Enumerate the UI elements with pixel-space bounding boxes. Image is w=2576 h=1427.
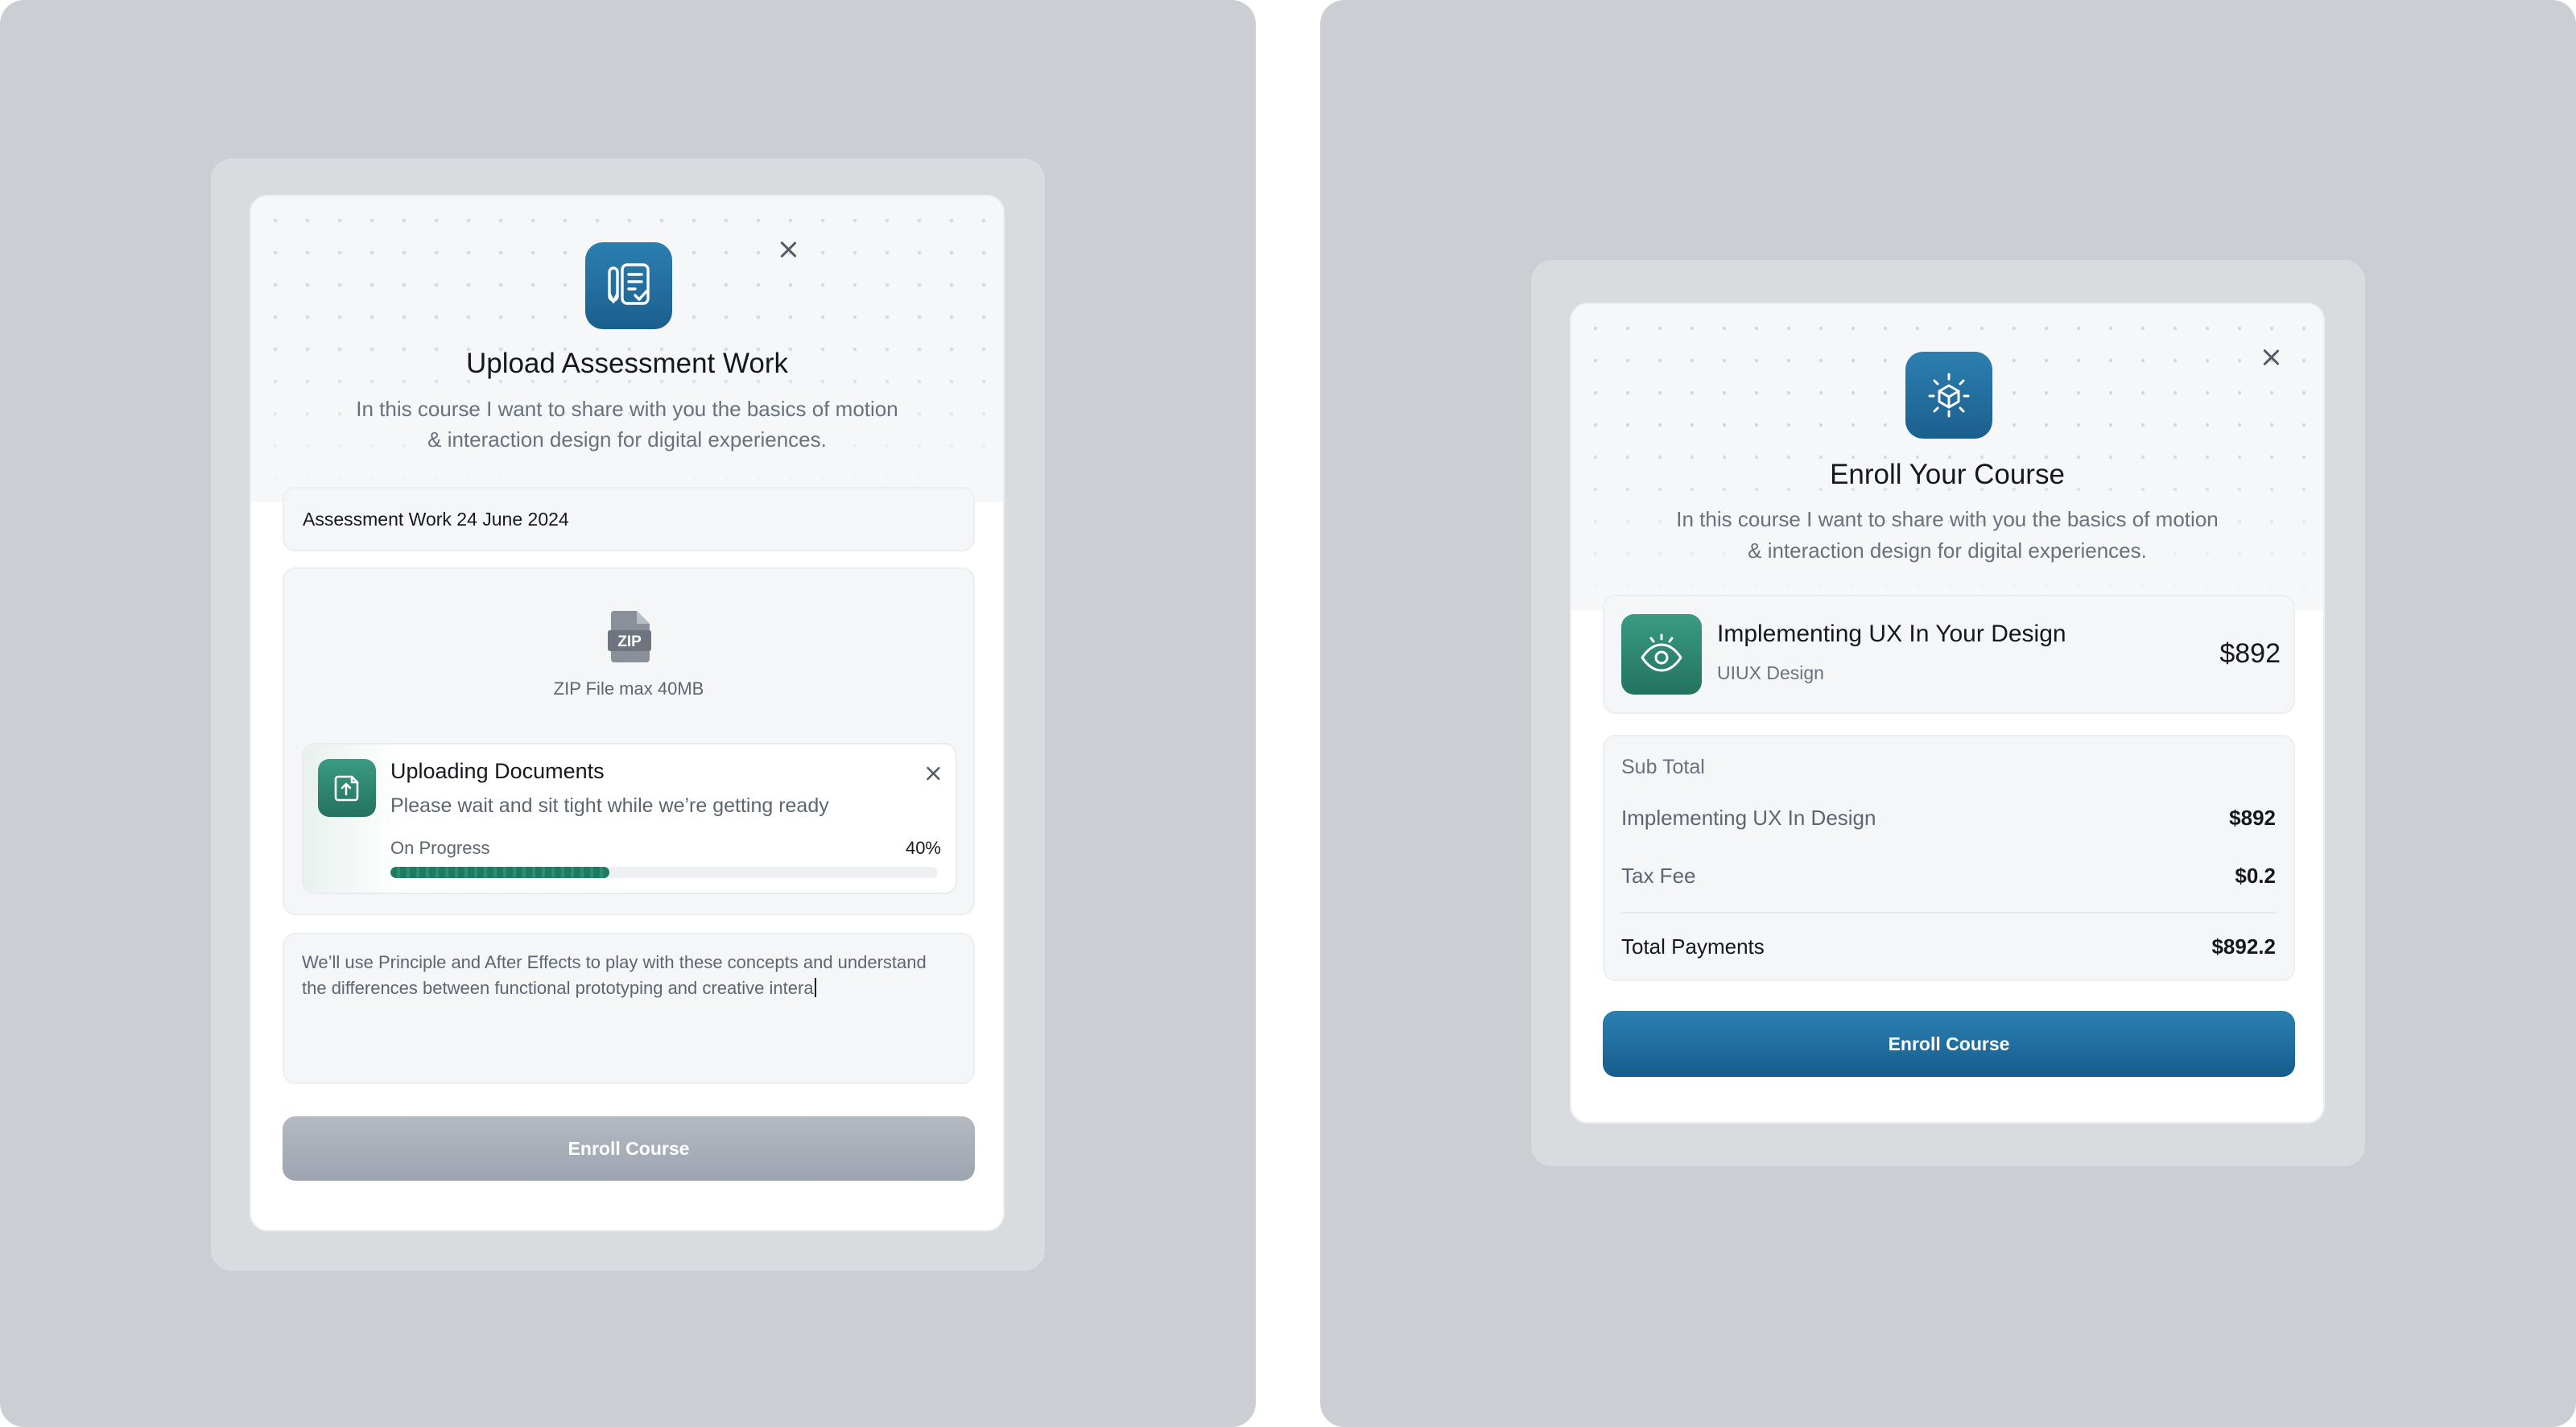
modal-title: Enroll Your Course [1830,459,2065,490]
notes-textarea[interactable]: We’ll use Principle and After Effects to… [283,933,975,1084]
upload-modal-frame: Upload Assessment Work In this course I … [211,159,1045,1271]
modal-title: Upload Assessment Work [465,348,789,379]
upload-title: Uploading Documents [390,759,605,783]
summary-divider [1621,912,2276,914]
enroll-course-button-disabled[interactable]: Enroll Course [283,1116,975,1181]
text-caret [814,978,816,997]
close-icon[interactable] [775,237,801,262]
notes-line1: We’ll use Principle and After Effects to… [302,952,927,972]
upload-progress-card: Uploading Documents Please wait and sit … [302,743,957,894]
enroll-modal: Enroll Your Course In this course I want… [1570,303,2325,1124]
file-upload-icon [318,759,376,817]
modal-description-line1: In this course I want to share with you … [356,397,898,421]
total-label: Total Payments [1621,934,1765,959]
dropzone-hint: ZIP File max 40MB [553,678,704,699]
summary-row-value: $0.2 [2235,864,2276,888]
progress-track [390,867,938,878]
assessment-name-field[interactable]: Assessment Work 24 June 2024 [283,487,975,551]
file-dropzone[interactable]: ZIP ZIP File max 40MB Uploading Document… [283,567,975,915]
assessment-name-value: Assessment Work 24 June 2024 [303,509,569,530]
zip-file-icon: ZIP [606,609,653,664]
modal-description-line2: & interaction design for digital experie… [427,427,827,452]
enroll-modal-frame: Enroll Your Course In this course I want… [1531,260,2365,1166]
notes-line2-text: the differences between functional proto… [302,978,814,998]
cancel-upload-icon[interactable] [922,762,943,784]
notes-line2: the differences between functional proto… [302,978,816,999]
right-canvas: Enroll Your Course In this course I want… [1320,0,2576,1427]
course-category: UIUX Design [1717,662,1824,683]
zip-badge-text: ZIP [617,633,642,650]
upload-message: Please wait and sit tight while we’re ge… [390,794,829,817]
summary-row-label: Implementing UX In Design [1621,806,1876,830]
modal-description-line2: & interaction design for digital experie… [1748,538,2147,563]
upload-modal: Upload Assessment Work In this course I … [250,195,1005,1231]
enroll-course-button[interactable]: Enroll Course [1603,1011,2295,1077]
upload-percent: 40% [905,838,941,858]
summary-row-label: Tax Fee [1621,864,1696,888]
close-icon[interactable] [2258,344,2284,370]
payment-summary: Sub Total Implementing UX In Design $892… [1603,735,2295,981]
progress-fill [390,867,609,878]
summary-heading: Sub Total [1621,756,1705,778]
cube-sparkle-icon [1905,352,1992,439]
upload-status: On Progress [390,838,490,858]
course-name: Implementing UX In Your Design [1717,621,2066,647]
course-price: $892 [2219,638,2281,669]
summary-row-value: $892 [2229,806,2276,830]
course-item: Implementing UX In Your Design UIUX Desi… [1603,595,2295,714]
eye-icon [1621,614,1702,695]
total-value: $892.2 [2211,934,2276,959]
document-edit-icon [585,242,672,329]
modal-description-line1: In this course I want to share with you … [1676,507,2219,531]
left-canvas: Upload Assessment Work In this course I … [0,0,1256,1427]
